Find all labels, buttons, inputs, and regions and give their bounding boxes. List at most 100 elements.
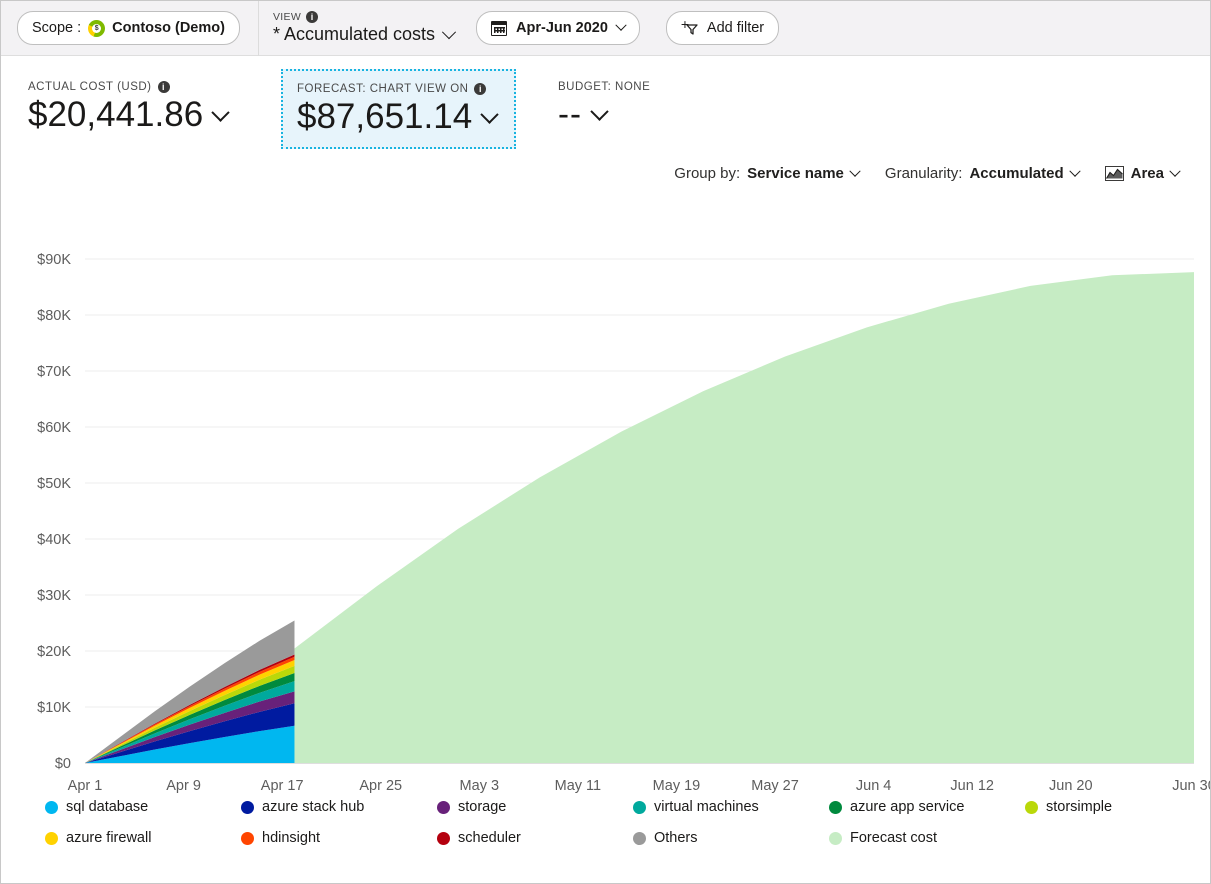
chevron-down-icon: [211, 103, 229, 121]
x-axis-tick-label: Jun 4: [856, 778, 891, 794]
legend-item[interactable]: sql database: [45, 799, 241, 815]
kpi-budget-caption: BUDGET: NONE: [558, 81, 650, 93]
legend-swatch-others: [633, 832, 646, 845]
x-axis-tick-label: Apr 1: [68, 778, 103, 794]
legend-label: scheduler: [458, 830, 521, 846]
legend-swatch-storage: [437, 801, 450, 814]
info-icon[interactable]: i: [474, 83, 486, 95]
calendar-icon: [491, 21, 507, 36]
chevron-down-icon: [590, 102, 608, 120]
legend-item[interactable]: storsimple: [1025, 799, 1195, 815]
kpi-row: ACTUAL COST (USD) i $20,441.86 FORECAST:…: [1, 57, 1211, 153]
legend-label: azure stack hub: [262, 799, 364, 815]
scope-selector[interactable]: Scope : $ Contoso (Demo): [17, 11, 240, 45]
chevron-down-icon: [849, 165, 860, 176]
chart-canvas[interactable]: $0$10K$20K$30K$40K$50K$60K$70K$80K$90KAp…: [1, 201, 1211, 801]
date-range-selector[interactable]: Apr-Jun 2020: [476, 11, 640, 45]
add-filter-button[interactable]: + Add filter: [666, 11, 779, 45]
info-icon[interactable]: i: [306, 11, 318, 23]
legend-label: virtual machines: [654, 799, 759, 815]
cost-management-icon: $: [88, 20, 105, 37]
legend-swatch-sql-database: [45, 801, 58, 814]
chart-type-value: Area: [1131, 165, 1164, 182]
legend-item[interactable]: Forecast cost: [829, 830, 1025, 846]
y-axis-tick-label: $10K: [37, 700, 71, 716]
x-axis-tick-label: Jun 20: [1049, 778, 1093, 794]
granularity-selector[interactable]: Granularity: Accumulated: [872, 161, 1092, 186]
x-axis-tick-label: Jun 30: [1172, 778, 1211, 794]
legend-swatch-scheduler: [437, 832, 450, 845]
granularity-label: Granularity:: [885, 165, 963, 182]
chart-legend: sql database azure stack hub storage vir…: [45, 799, 1195, 846]
x-axis-tick-label: May 3: [460, 778, 500, 794]
legend-swatch-azure-app-service: [829, 801, 842, 814]
view-caption-row: VIEW i: [273, 11, 454, 23]
view-value: * Accumulated costs: [273, 24, 435, 45]
y-axis-tick-label: $0: [55, 756, 71, 772]
legend-item[interactable]: storage: [437, 799, 633, 815]
legend-item[interactable]: Others: [633, 830, 829, 846]
legend-swatch-azure-stack-hub: [241, 801, 254, 814]
legend-label: storsimple: [1046, 799, 1112, 815]
x-axis-tick-label: May 19: [653, 778, 701, 794]
cost-area-chart: $0$10K$20K$30K$40K$50K$60K$70K$80K$90KAp…: [1, 201, 1211, 801]
view-caption: VIEW: [273, 11, 301, 23]
y-axis-tick-label: $40K: [37, 532, 71, 548]
legend-item[interactable]: virtual machines: [633, 799, 829, 815]
scope-label: Scope :: [32, 20, 81, 36]
legend-item[interactable]: azure stack hub: [241, 799, 437, 815]
legend-item[interactable]: scheduler: [437, 830, 633, 846]
kpi-budget-value-button[interactable]: --: [558, 95, 650, 133]
kpi-actual-cost: ACTUAL COST (USD) i $20,441.86: [28, 81, 227, 135]
legend-item[interactable]: azure firewall: [45, 830, 241, 846]
kpi-budget-caption-row: BUDGET: NONE: [558, 81, 650, 93]
group-by-value: Service name: [747, 165, 844, 182]
kpi-forecast-value: $87,651.14: [297, 97, 472, 137]
chart-type-selector[interactable]: Area: [1092, 161, 1192, 186]
kpi-actual-cost-caption: ACTUAL COST (USD): [28, 81, 152, 93]
group-by-selector[interactable]: Group by: Service name: [661, 161, 872, 186]
kpi-actual-cost-value: $20,441.86: [28, 95, 203, 135]
legend-label: azure app service: [850, 799, 964, 815]
legend-label: hdinsight: [262, 830, 320, 846]
y-axis-tick-label: $90K: [37, 252, 71, 268]
legend-item[interactable]: azure app service: [829, 799, 1025, 815]
kpi-budget-value: --: [558, 95, 582, 133]
scope-value: Contoso (Demo): [112, 20, 225, 36]
view-selector[interactable]: * Accumulated costs: [273, 24, 454, 45]
legend-swatch-virtual-machines: [633, 801, 646, 814]
add-filter-label: Add filter: [707, 20, 764, 36]
x-axis-tick-label: Jun 12: [950, 778, 994, 794]
chart-controls: Group by: Service name Granularity: Accu…: [661, 161, 1192, 186]
kpi-forecast-caption: FORECAST: CHART VIEW ON: [297, 83, 468, 95]
y-axis-tick-label: $50K: [37, 476, 71, 492]
chevron-down-icon: [442, 25, 456, 39]
toolbar-divider: [258, 1, 259, 56]
chevron-down-icon: [480, 105, 498, 123]
y-axis-tick-label: $80K: [37, 308, 71, 324]
chevron-down-icon: [1169, 165, 1180, 176]
y-axis-tick-label: $30K: [37, 588, 71, 604]
kpi-forecast-caption-row: FORECAST: CHART VIEW ON i: [297, 83, 496, 95]
kpi-actual-cost-value-button[interactable]: $20,441.86: [28, 95, 227, 135]
legend-label: azure firewall: [66, 830, 151, 846]
forecast-cost-area[interactable]: [294, 272, 1194, 763]
legend-swatch-storsimple: [1025, 801, 1038, 814]
x-axis-tick-label: May 11: [555, 778, 601, 794]
kpi-budget: BUDGET: NONE --: [558, 81, 650, 133]
x-axis-tick-label: Apr 9: [166, 778, 201, 794]
command-bar: Scope : $ Contoso (Demo) VIEW i * Accumu…: [1, 1, 1211, 56]
legend-label: Others: [654, 830, 698, 846]
granularity-value: Accumulated: [969, 165, 1063, 182]
y-axis-tick-label: $70K: [37, 364, 71, 380]
x-axis-tick-label: May 27: [751, 778, 799, 794]
chevron-down-icon: [615, 20, 626, 31]
legend-item[interactable]: hdinsight: [241, 830, 437, 846]
legend-swatch-forecast-cost: [829, 832, 842, 845]
kpi-forecast-value-button[interactable]: $87,651.14: [297, 97, 496, 137]
legend-swatch-hdinsight: [241, 832, 254, 845]
x-axis-tick-label: Apr 25: [359, 778, 402, 794]
info-icon[interactable]: i: [158, 81, 170, 93]
date-range-value: Apr-Jun 2020: [516, 20, 608, 36]
kpi-forecast: FORECAST: CHART VIEW ON i $87,651.14: [281, 69, 516, 149]
